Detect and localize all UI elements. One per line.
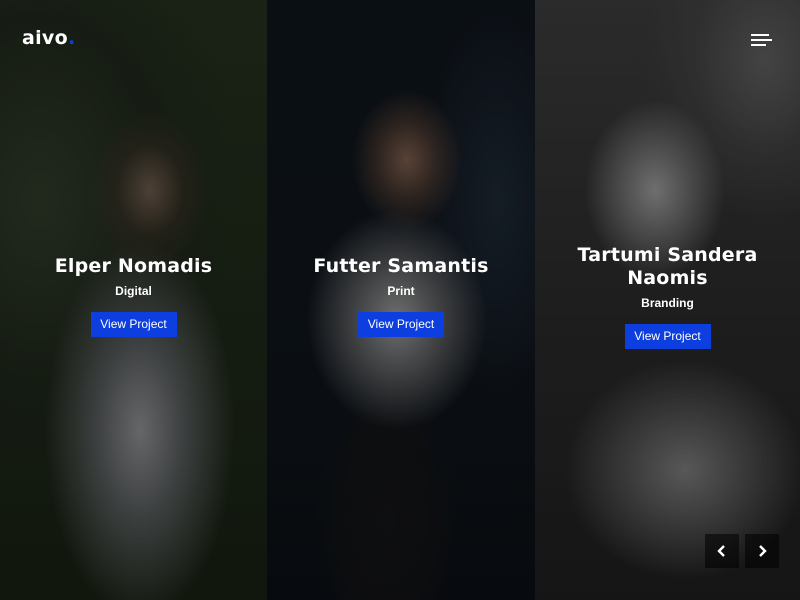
project-category: Print xyxy=(387,284,415,298)
project-panel[interactable]: Elper Nomadis Digital View Project xyxy=(0,0,267,600)
project-title: Elper Nomadis xyxy=(54,255,213,277)
view-project-button[interactable]: View Project xyxy=(90,312,177,337)
project-category: Branding xyxy=(641,296,694,310)
slider-prev-button[interactable] xyxy=(705,534,739,568)
project-title: Tartumi Sandera Naomis xyxy=(577,244,758,289)
chevron-left-icon xyxy=(717,545,725,557)
chevron-right-icon xyxy=(759,545,767,557)
logo-text: aivo xyxy=(22,27,68,49)
hamburger-icon[interactable] xyxy=(748,31,772,49)
view-project-button[interactable]: View Project xyxy=(624,324,711,349)
project-category: Digital xyxy=(115,284,152,298)
portfolio-slider: Elper Nomadis Digital View Project Futte… xyxy=(0,0,800,600)
project-panel[interactable]: Futter Samantis Print View Project xyxy=(267,0,535,600)
logo-dot: . xyxy=(67,27,76,49)
project-panel[interactable]: Tartumi Sandera Naomis Branding View Pro… xyxy=(535,0,800,600)
slider-next-button[interactable] xyxy=(745,534,779,568)
project-caption: Futter Samantis Print View Project xyxy=(267,255,535,337)
project-title: Futter Samantis xyxy=(313,255,489,277)
project-caption: Tartumi Sandera Naomis Branding View Pro… xyxy=(535,244,800,349)
project-caption: Elper Nomadis Digital View Project xyxy=(0,255,267,337)
view-project-button[interactable]: View Project xyxy=(358,312,444,337)
site-logo[interactable]: aivo. xyxy=(22,27,76,49)
